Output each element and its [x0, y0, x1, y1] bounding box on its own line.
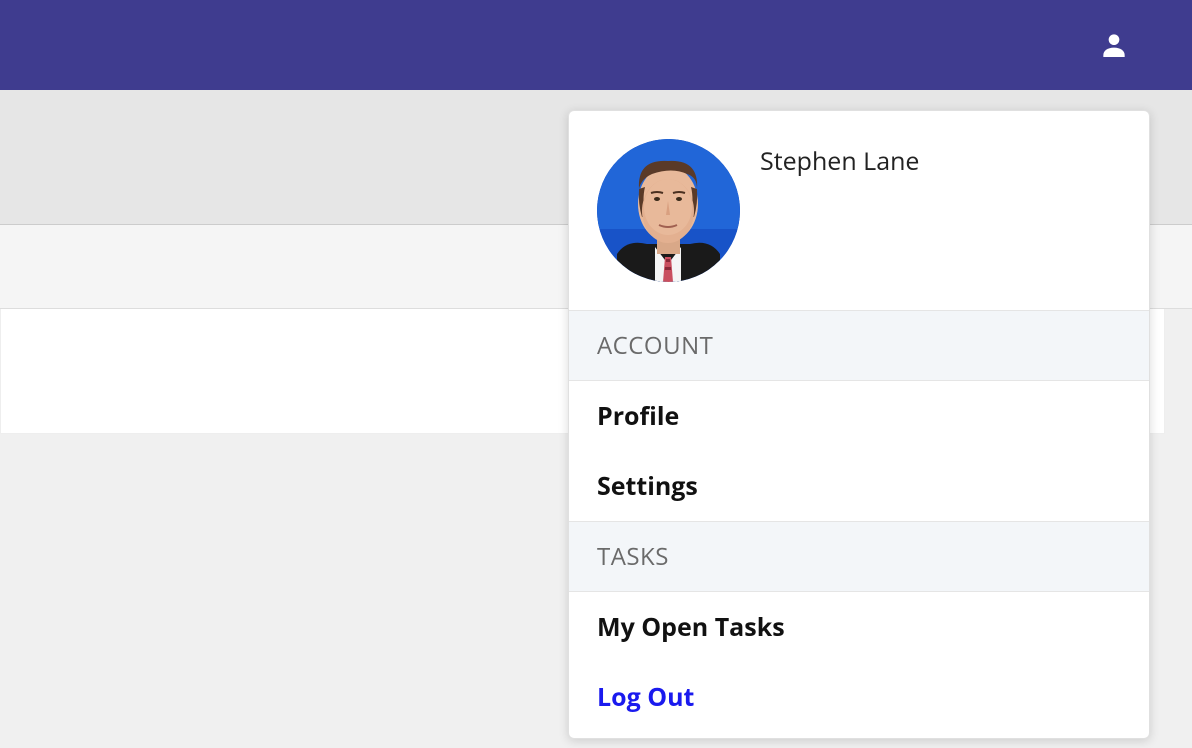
user-menu-toggle[interactable] — [1096, 27, 1132, 63]
menu-item-my-open-tasks[interactable]: My Open Tasks — [569, 592, 1149, 662]
avatar — [597, 139, 740, 282]
menu-item-profile[interactable]: Profile — [569, 381, 1149, 451]
section-header-account: ACCOUNT — [569, 310, 1149, 381]
user-display-name: Stephen Lane — [760, 144, 919, 178]
section-header-tasks: TASKS — [569, 521, 1149, 592]
user-icon — [1098, 29, 1130, 61]
profile-section: Stephen Lane — [569, 111, 1149, 310]
top-navigation-bar — [0, 0, 1192, 90]
user-dropdown-menu: Stephen Lane ACCOUNT Profile Settings TA… — [568, 110, 1150, 739]
menu-item-settings[interactable]: Settings — [569, 451, 1149, 521]
menu-item-log-out[interactable]: Log Out — [569, 662, 1149, 738]
